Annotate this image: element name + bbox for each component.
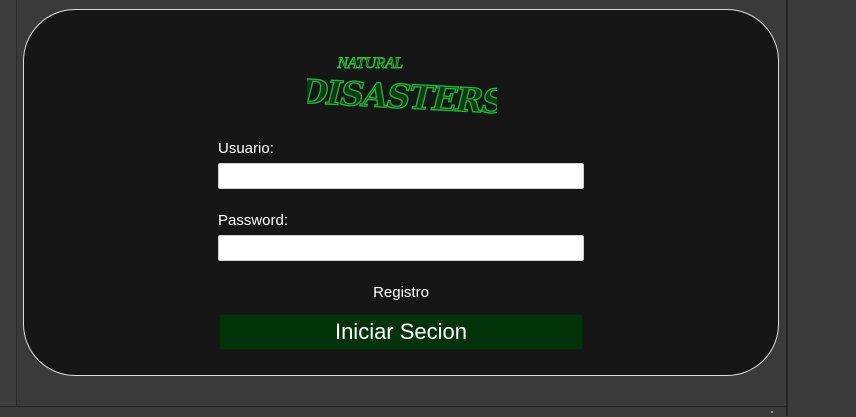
bottom-frame — [0, 406, 786, 417]
login-panel: NATURAL DISASTERS Usuario: Password: Reg… — [23, 9, 779, 376]
left-frame — [0, 0, 17, 406]
logo-natural: NATURAL — [336, 55, 403, 72]
password-input[interactable] — [218, 235, 584, 261]
logo-disasters: DISASTERS — [307, 72, 497, 116]
password-label: Password: — [218, 212, 289, 229]
game-logo: NATURAL DISASTERS — [307, 55, 497, 116]
register-link[interactable]: Registro — [218, 284, 584, 301]
username-input[interactable] — [218, 163, 584, 189]
username-label: Usuario: — [218, 140, 274, 157]
right-frame — [786, 0, 856, 416]
login-button[interactable]: Iniciar Secion — [219, 314, 583, 350]
resize-dot — [771, 411, 773, 413]
